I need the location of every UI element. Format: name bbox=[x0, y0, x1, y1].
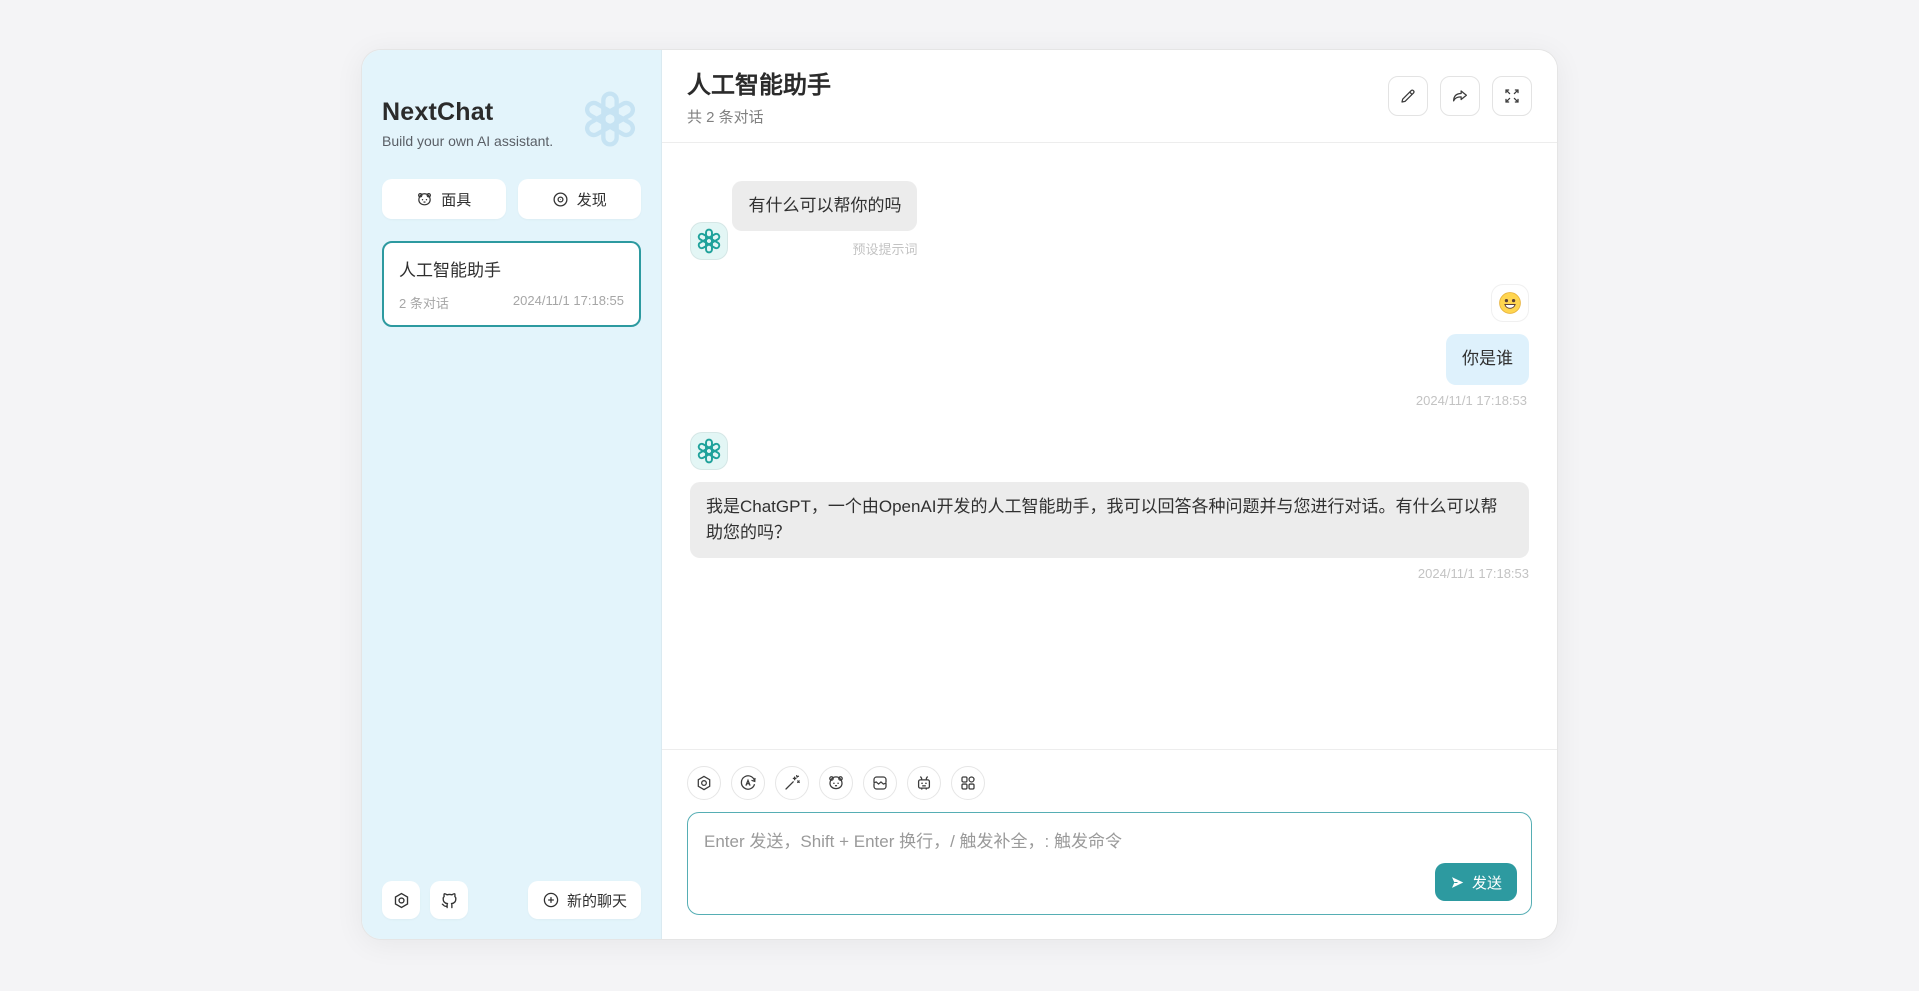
user-message: 你是谁 2024/11/1 17:18:53 bbox=[690, 284, 1529, 407]
message-timestamp: 2024/11/1 17:18:53 bbox=[690, 393, 1527, 408]
theme-toggle-button[interactable] bbox=[731, 766, 765, 800]
app-window: NextChat Build your own AI assistant. 面具… bbox=[361, 49, 1558, 940]
new-chat-button[interactable]: 新的聊天 bbox=[528, 881, 641, 919]
mask-button-label: 面具 bbox=[441, 189, 471, 210]
preset-prompt-label: 预设提示词 bbox=[732, 239, 917, 258]
chat-header-actions bbox=[1388, 76, 1532, 116]
openai-logo-icon bbox=[581, 90, 639, 148]
message-bubble[interactable]: 你是谁 bbox=[1446, 334, 1529, 384]
chat-list: 人工智能助手 2 条对话 2024/11/1 17:18:55 bbox=[382, 241, 641, 327]
assistant-message: 有什么可以帮你的吗 预设提示词 bbox=[690, 169, 1529, 260]
sidebar-header: NextChat Build your own AI assistant. bbox=[382, 98, 641, 149]
mask-icon bbox=[416, 191, 433, 208]
gear-icon bbox=[392, 891, 411, 910]
chat-input-container: 发送 bbox=[687, 812, 1532, 915]
model-select-button[interactable] bbox=[907, 766, 941, 800]
user-avatar bbox=[1491, 284, 1529, 322]
new-chat-label: 新的聊天 bbox=[567, 890, 627, 911]
export-button[interactable] bbox=[1440, 76, 1480, 116]
message-block: 你是谁 2024/11/1 17:18:53 bbox=[690, 322, 1529, 407]
grid-icon bbox=[959, 774, 977, 792]
rename-button[interactable] bbox=[1388, 76, 1428, 116]
assistant-avatar bbox=[690, 222, 728, 260]
mask-button[interactable]: 面具 bbox=[382, 179, 506, 219]
message-block: 有什么可以帮你的吗 预设提示词 bbox=[732, 169, 917, 258]
settings-button[interactable] bbox=[382, 881, 420, 919]
clear-context-button[interactable] bbox=[863, 766, 897, 800]
discover-icon bbox=[552, 191, 569, 208]
discover-button[interactable]: 发现 bbox=[518, 179, 642, 219]
input-panel: 发送 bbox=[662, 749, 1557, 939]
input-toolbar bbox=[687, 766, 1532, 800]
prompt-hints-button[interactable] bbox=[775, 766, 809, 800]
openai-logo-icon bbox=[696, 438, 722, 464]
message-list: 有什么可以帮你的吗 预设提示词 你是谁 2024/11/1 17:18:53 bbox=[662, 143, 1557, 749]
send-button[interactable]: 发送 bbox=[1435, 863, 1517, 901]
chat-title: 人工智能助手 bbox=[687, 65, 1388, 100]
github-button[interactable] bbox=[430, 881, 468, 919]
clear-context-icon bbox=[871, 774, 889, 792]
assistant-message: 我是ChatGPT，一个由OpenAI开发的人工智能助手，我可以回答各种问题并与… bbox=[690, 432, 1529, 584]
paper-plane-icon bbox=[1450, 875, 1465, 890]
chat-settings-button[interactable] bbox=[687, 766, 721, 800]
expand-icon bbox=[1503, 87, 1521, 105]
chat-item-time: 2024/11/1 17:18:55 bbox=[513, 293, 624, 312]
shortcuts-button[interactable] bbox=[951, 766, 985, 800]
discover-button-label: 发现 bbox=[577, 189, 607, 210]
chat-panel: 人工智能助手 共 2 条对话 bbox=[662, 50, 1557, 939]
plus-circle-icon bbox=[542, 891, 560, 909]
chat-input[interactable] bbox=[688, 813, 1531, 909]
chat-header-titles: 人工智能助手 共 2 条对话 bbox=[687, 65, 1388, 127]
sidebar-footer: 新的聊天 bbox=[382, 881, 641, 919]
smiley-emoji-icon bbox=[1497, 290, 1523, 316]
theme-auto-icon bbox=[739, 774, 757, 792]
chat-subtitle: 共 2 条对话 bbox=[687, 106, 1388, 127]
fullscreen-button[interactable] bbox=[1492, 76, 1532, 116]
chat-list-item-selected[interactable]: 人工智能助手 2 条对话 2024/11/1 17:18:55 bbox=[382, 241, 641, 327]
chat-item-info: 2 条对话 2024/11/1 17:18:55 bbox=[399, 293, 624, 312]
send-button-label: 发送 bbox=[1472, 872, 1502, 893]
sidebar-button-row: 面具 发现 bbox=[382, 179, 641, 219]
magic-wand-icon bbox=[783, 774, 801, 792]
share-icon bbox=[1451, 87, 1469, 105]
chat-item-count: 2 条对话 bbox=[399, 293, 449, 312]
github-icon bbox=[440, 891, 459, 910]
message-timestamp: 2024/11/1 17:18:53 bbox=[690, 566, 1529, 581]
message-block: 我是ChatGPT，一个由OpenAI开发的人工智能助手，我可以回答各种问题并与… bbox=[690, 470, 1529, 582]
message-bubble[interactable]: 我是ChatGPT，一个由OpenAI开发的人工智能助手，我可以回答各种问题并与… bbox=[690, 482, 1529, 559]
assistant-avatar bbox=[690, 432, 728, 470]
robot-icon bbox=[915, 774, 933, 792]
masks-button[interactable] bbox=[819, 766, 853, 800]
chat-item-title: 人工智能助手 bbox=[399, 256, 624, 281]
sidebar: NextChat Build your own AI assistant. 面具… bbox=[362, 50, 662, 939]
openai-logo-icon bbox=[696, 228, 722, 254]
chat-header: 人工智能助手 共 2 条对话 bbox=[662, 50, 1557, 143]
pencil-icon bbox=[1399, 87, 1417, 105]
mask-icon bbox=[827, 774, 845, 792]
gear-icon bbox=[695, 774, 713, 792]
message-bubble[interactable]: 有什么可以帮你的吗 bbox=[732, 181, 917, 231]
